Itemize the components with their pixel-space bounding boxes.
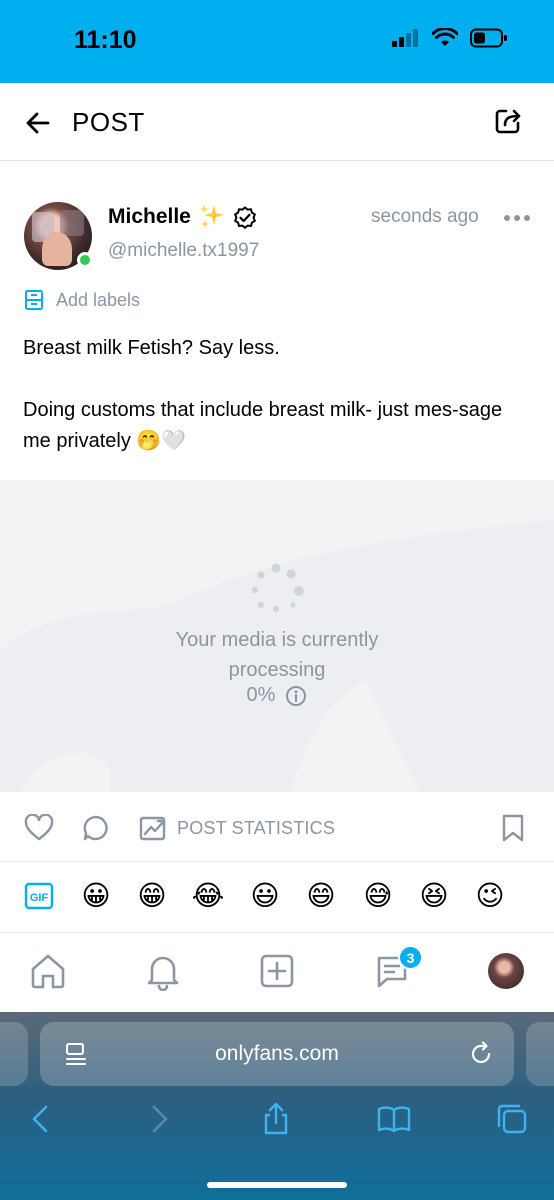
share-icon[interactable] (259, 1102, 293, 1136)
previous-tab-preview[interactable] (0, 1022, 28, 1086)
post-actions: POST STATISTICS (0, 792, 554, 862)
more-options-icon[interactable] (503, 208, 531, 228)
status-icons (392, 28, 508, 48)
emoji-button[interactable]: 😆 (416, 878, 452, 914)
gif-icon[interactable]: GIF (24, 882, 54, 910)
home-indicator[interactable] (207, 1182, 347, 1188)
browser-bar: onlyfans.com (0, 1012, 554, 1200)
emoji-button[interactable]: 😉 (472, 878, 508, 914)
emoji-button[interactable]: 😅 (360, 878, 396, 914)
processing-message: Your media is currently processing (175, 629, 379, 681)
svg-text:GIF: GIF (30, 892, 49, 904)
page-title: POST (72, 107, 145, 137)
author-handle[interactable]: @michelle.tx1997 (108, 240, 259, 262)
status-time: 11:10 (74, 26, 137, 54)
home-icon[interactable] (28, 951, 68, 991)
forward-icon[interactable] (142, 1102, 176, 1136)
bottom-navigation (0, 932, 554, 1012)
add-post-icon[interactable] (257, 951, 297, 991)
post-timestamp: seconds ago (371, 206, 479, 227)
processing-progress: 0% (0, 684, 554, 707)
reload-icon[interactable] (468, 1041, 494, 1067)
info-icon[interactable] (285, 685, 307, 707)
author-avatar[interactable] (24, 202, 93, 270)
verified-icon (233, 206, 257, 229)
status-bar: 11:10 (0, 0, 554, 83)
bookmarks-icon[interactable] (377, 1102, 411, 1136)
app-header: POST (0, 83, 554, 161)
wifi-icon (432, 28, 458, 46)
emoji-bar: GIF 😀 😁 😂 😃 😄 😅 😆 😉 (0, 862, 554, 932)
loading-spinner-icon (252, 563, 304, 612)
messages-badge: 3 (398, 945, 423, 970)
arrow-left-icon[interactable] (22, 107, 54, 139)
post-statistics-button[interactable]: POST STATISTICS (139, 814, 335, 842)
emoji-button[interactable]: 😂 (190, 878, 226, 914)
progress-percent: 0% (246, 684, 276, 706)
add-labels-label: Add labels (56, 289, 141, 310)
heart-icon[interactable] (24, 814, 54, 842)
profile-avatar[interactable] (488, 953, 524, 989)
comment-icon[interactable] (82, 814, 110, 842)
address-bar[interactable]: onlyfans.com (40, 1022, 514, 1086)
next-tab-preview[interactable] (526, 1022, 554, 1086)
battery-icon (470, 28, 507, 48)
bell-icon[interactable] (143, 951, 183, 991)
add-labels-button[interactable]: Add labels (24, 288, 140, 312)
back-icon[interactable] (24, 1102, 58, 1136)
post-text: Breast milk Fetish? Say less. Doing cust… (23, 333, 528, 457)
post-text-line: Breast milk Fetish? Say less. (23, 337, 280, 359)
post-text-line: Doing customs that include breast milk- … (23, 399, 503, 452)
author-name[interactable]: Michelle (108, 205, 191, 229)
bookmark-icon[interactable] (500, 814, 526, 842)
online-indicator (77, 252, 93, 268)
emoji-button[interactable]: 😁 (134, 878, 170, 914)
emoji-button[interactable]: 😀 (78, 878, 114, 914)
url-text: onlyfans.com (215, 1042, 339, 1065)
sparkles-icon (199, 204, 224, 228)
statistics-icon (139, 816, 166, 841)
post-statistics-label: POST STATISTICS (177, 817, 336, 838)
labels-icon (25, 290, 43, 310)
emoji-button[interactable]: 😄 (303, 878, 339, 914)
signal-icon (392, 29, 418, 47)
tabs-icon[interactable] (495, 1102, 529, 1136)
share-icon[interactable] (492, 105, 524, 137)
emoji-button[interactable]: 😃 (247, 878, 283, 914)
